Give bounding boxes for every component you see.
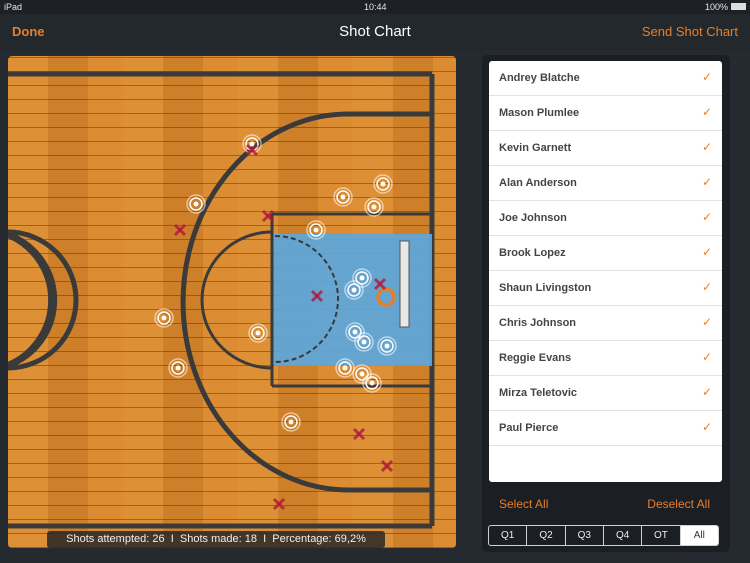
made-shot-marker [354, 332, 374, 352]
player-row[interactable]: Alan Anderson ✓ [489, 166, 722, 201]
missed-shot-marker [380, 459, 394, 473]
player-name: Brook Lopez [499, 247, 566, 259]
made-shot-marker [248, 323, 268, 343]
selection-bar: Select All Deselect All [489, 488, 722, 518]
player-row[interactable]: Brook Lopez ✓ [489, 236, 722, 271]
player-row[interactable]: Shaun Livingston ✓ [489, 271, 722, 306]
player-name: Kevin Garnett [499, 142, 572, 154]
shots-attempted: Shots attempted: 26 [66, 533, 165, 545]
player-name: Paul Pierce [499, 422, 559, 434]
tab-q2[interactable]: Q2 [527, 526, 566, 545]
player-list: Andrey Blatche ✓ Mason Plumlee ✓ Kevin Gar… [489, 61, 722, 482]
made-shot-marker [306, 220, 326, 240]
made-shot-marker [186, 194, 206, 214]
tab-q1[interactable]: Q1 [489, 526, 528, 545]
player-name: Mirza Teletovic [499, 387, 578, 399]
checkmark-icon: ✓ [701, 350, 712, 364]
checkmark-icon: ✓ [701, 175, 712, 189]
shot-percentage: Percentage: 69,2% [272, 533, 366, 545]
made-shot-marker [344, 280, 364, 300]
select-all-button[interactable]: Select All [499, 497, 548, 511]
tab-q3[interactable]: Q3 [566, 526, 604, 545]
page-title: Shot Chart [339, 23, 411, 40]
player-name: Alan Anderson [499, 177, 577, 189]
player-row[interactable]: Kevin Garnett ✓ [489, 131, 722, 166]
player-name: Shaun Livingston [499, 282, 592, 294]
status-bar: iPad 10:44 100% [0, 0, 750, 14]
missed-shot-marker [173, 223, 187, 237]
player-row[interactable]: Reggie Evans ✓ [489, 341, 722, 376]
made-shot-marker [281, 412, 301, 432]
battery-level: 100% [704, 2, 728, 12]
tab-ot[interactable]: OT [642, 526, 681, 545]
navigation-bar: Done Shot Chart Send Shot Chart [0, 14, 750, 50]
player-row[interactable]: Joe Johnson ✓ [489, 201, 722, 236]
player-name: Mason Plumlee [499, 107, 580, 119]
checkmark-icon: ✓ [701, 210, 712, 224]
made-shot-marker [335, 358, 355, 378]
shot-stats: Shots attempted: 26 I Shots made: 18 I P… [47, 531, 385, 548]
shots-made: Shots made: 18 [179, 533, 257, 545]
checkmark-icon: ✓ [701, 105, 712, 119]
player-row[interactable]: Andrey Blatche ✓ [489, 61, 722, 96]
device-label: iPad [4, 2, 23, 12]
tab-q4[interactable]: Q4 [604, 526, 643, 545]
checkmark-icon: ✓ [701, 140, 712, 154]
status-time: 10:44 [364, 2, 387, 12]
basketball-court[interactable] [8, 56, 456, 548]
player-name: Andrey Blatche [499, 72, 580, 84]
backboard [399, 240, 410, 328]
battery-icon [731, 3, 746, 10]
player-row[interactable]: Chris Johnson ✓ [489, 306, 722, 341]
send-shot-chart-button[interactable]: Send Shot Chart [642, 24, 738, 39]
player-name: Joe Johnson [499, 212, 567, 224]
player-row[interactable]: Paul Pierce ✓ [489, 411, 722, 446]
player-row[interactable]: Mason Plumlee ✓ [489, 96, 722, 131]
checkmark-icon: ✓ [701, 70, 712, 84]
missed-shot-marker [272, 497, 286, 511]
court-lines [8, 71, 435, 529]
made-shot-marker [373, 174, 393, 194]
missed-shot-marker [352, 427, 366, 441]
player-row[interactable]: Mirza Teletovic ✓ [489, 376, 722, 411]
tab-all[interactable]: All [680, 526, 718, 545]
made-shot-marker [154, 308, 174, 328]
checkmark-icon: ✓ [701, 420, 712, 434]
deselect-all-button[interactable]: Deselect All [647, 497, 710, 511]
checkmark-icon: ✓ [701, 315, 712, 329]
quarter-filter: Q1 Q2 Q3 Q4 OT All [488, 525, 719, 546]
player-name: Chris Johnson [499, 317, 577, 329]
checkmark-icon: ✓ [701, 385, 712, 399]
made-shot-marker [364, 197, 384, 217]
made-shot-marker [377, 336, 397, 356]
made-shot-marker [168, 358, 188, 378]
made-shot-marker [362, 373, 382, 393]
made-shot-marker [333, 187, 353, 207]
checkmark-icon: ✓ [701, 280, 712, 294]
checkmark-icon: ✓ [701, 245, 712, 259]
player-name: Reggie Evans [499, 352, 572, 364]
